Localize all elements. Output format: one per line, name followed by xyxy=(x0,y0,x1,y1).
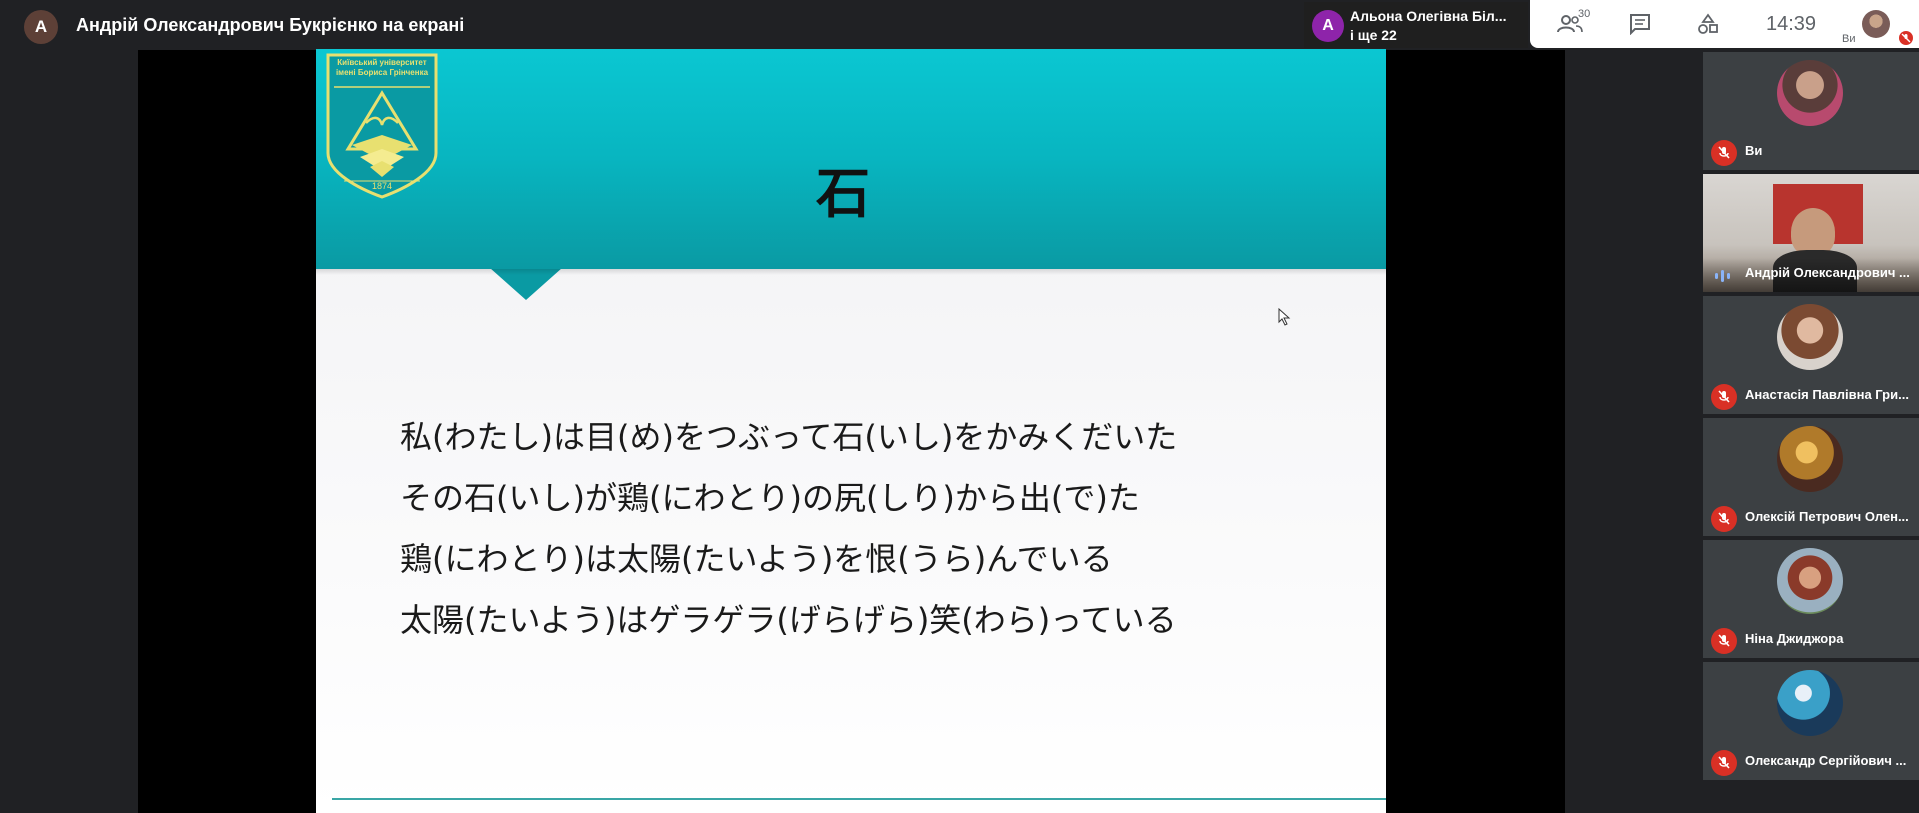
logo-year: 1874 xyxy=(371,181,393,191)
shared-slide: Київський університет імені Бориса Грінч… xyxy=(316,49,1386,813)
slide-header: Київський університет імені Бориса Грінч… xyxy=(316,49,1386,269)
slide-line: 太陽(たいよう)はゲラゲラ(げらげら)笑(わら)っている xyxy=(400,601,1177,639)
active-speaker-chip[interactable]: А Альона Олегівна Біл... і ще 22 xyxy=(1304,2,1528,48)
slide-line: その石(いし)が鶏(にわとり)の尻(しり)から出(で)た xyxy=(400,479,1140,517)
header-shadow xyxy=(316,269,1386,275)
speaker-avatar: А xyxy=(1312,10,1344,42)
self-avatar[interactable] xyxy=(1862,10,1890,38)
activities-icon xyxy=(1698,13,1718,34)
speaking-indicator-icon xyxy=(1715,270,1730,282)
participant-name: Ви xyxy=(1745,143,1763,158)
speaker-more-count: і ще 22 xyxy=(1350,27,1397,43)
slide-footer-rule xyxy=(332,798,1386,800)
mic-off-icon xyxy=(1711,506,1737,532)
avatar xyxy=(1777,670,1843,736)
mic-off-icon xyxy=(1711,140,1737,166)
presenter-avatar: А xyxy=(24,10,58,44)
presenter-title: Андрій Олександрович Букрієнко на екрані xyxy=(76,15,465,35)
slide-line: 鶏(にわとり)は太陽(たいよう)を恨(うら)んでいる xyxy=(400,540,1113,578)
meeting-controls: 30 14:39 Ви xyxy=(1530,0,1919,48)
avatar xyxy=(1777,426,1843,492)
participant-name: Андрій Олександрович ... xyxy=(1745,265,1910,280)
clock: 14:39 xyxy=(1766,13,1817,35)
chat-button[interactable] xyxy=(1628,12,1652,36)
top-bar: А Андрій Олександрович Букрієнко на екра… xyxy=(0,0,1919,50)
participant-tile[interactable]: Ніна Джиджора xyxy=(1703,538,1919,658)
mic-off-icon xyxy=(1711,384,1737,410)
mouse-cursor-icon xyxy=(1278,308,1291,326)
mic-off-icon xyxy=(1711,750,1737,776)
participant-tile-video[interactable]: Андрій Олександрович ... xyxy=(1703,172,1919,292)
activities-button[interactable] xyxy=(1696,12,1720,36)
participant-tile[interactable]: Олексій Петрович Олен... xyxy=(1703,416,1919,536)
avatar xyxy=(1777,304,1843,370)
mic-off-icon xyxy=(1711,628,1737,654)
participant-tile[interactable]: Анастасія Павлівна Гри... xyxy=(1703,294,1919,414)
participant-name: Олексій Петрович Олен... xyxy=(1745,509,1909,524)
participant-name: Олександр Сергійович ... xyxy=(1745,753,1907,768)
slide-title: 石 xyxy=(816,162,870,225)
chat-icon xyxy=(1630,14,1650,35)
logo-caption: Київський університет імені Бориса Грінч… xyxy=(335,58,429,77)
slide-body: 私(わたし)は目(め)をつぶって石(いし)をかみくだいた その石(いし)が鶏(に… xyxy=(400,407,1177,651)
people-button[interactable]: 30 xyxy=(1552,8,1590,36)
speaker-name: Альона Олегівна Біл... xyxy=(1350,8,1507,24)
slide-line: 私(わたし)は目(め)をつぶって石(いし)をかみくだいた xyxy=(400,418,1178,456)
participant-tile[interactable]: Олександр Сергійович ... xyxy=(1703,660,1919,780)
avatar xyxy=(1777,548,1843,614)
avatar xyxy=(1777,60,1843,126)
self-label: Ви xyxy=(1842,33,1856,45)
participant-name: Ніна Джиджора xyxy=(1745,631,1844,646)
participant-tile-self[interactable]: Ви xyxy=(1703,50,1919,170)
participant-name: Анастасія Павлівна Гри... xyxy=(1745,387,1909,402)
self-mic-off-icon xyxy=(1898,30,1914,46)
participants-panel: Ви Андрій Олександрович ... Анастасія Па… xyxy=(1703,50,1919,786)
video-person-head xyxy=(1791,208,1835,256)
people-count: 30 xyxy=(1578,8,1591,20)
